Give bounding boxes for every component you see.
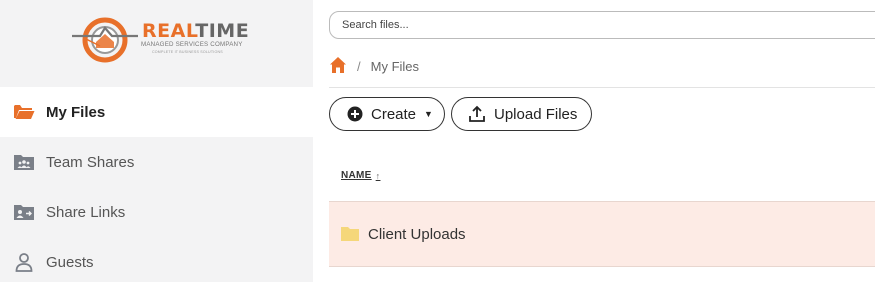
row-name: Client Uploads xyxy=(368,225,466,243)
sidebar-item-label: Guests xyxy=(46,253,94,271)
logo-tagline: COMPLETE IT BUSINESS SOLUTIONS xyxy=(152,50,223,54)
column-header-label: NAME xyxy=(341,170,372,181)
sidebar-nav: My Files Team Shares Share Links Guests xyxy=(0,87,313,282)
sidebar-item-guests[interactable]: Guests xyxy=(0,237,313,282)
user-icon xyxy=(12,252,36,272)
upload-files-button[interactable]: Upload Files xyxy=(451,97,592,131)
share-folder-icon xyxy=(12,202,36,222)
company-logo[interactable]: REALTIME MANAGED SERVICES COMPANY COMPLE… xyxy=(70,14,249,66)
create-button[interactable]: Create ▼ xyxy=(329,97,445,131)
upload-files-button-label: Upload Files xyxy=(494,105,578,123)
logo-title: REALTIME xyxy=(142,20,250,42)
sidebar-item-label: Share Links xyxy=(46,203,126,221)
main-content: / My Files Create ▼ Upload Files NAME ↑ xyxy=(313,0,875,282)
table-row[interactable]: Client Uploads xyxy=(329,201,875,267)
team-folder-icon xyxy=(12,152,36,172)
home-icon[interactable] xyxy=(329,56,347,77)
search-input[interactable] xyxy=(329,11,875,39)
plus-circle-icon xyxy=(347,106,363,122)
logo-emblem-icon xyxy=(72,17,138,63)
upload-icon xyxy=(468,105,486,123)
caret-down-icon: ▼ xyxy=(424,109,433,119)
column-header-name[interactable]: NAME ↑ xyxy=(341,170,380,181)
sidebar-item-share-links[interactable]: Share Links xyxy=(0,187,313,237)
breadcrumb: / My Files xyxy=(329,56,419,76)
sidebar-item-my-files[interactable]: My Files xyxy=(0,87,313,137)
divider xyxy=(329,87,875,88)
create-button-label: Create xyxy=(371,105,417,123)
sidebar-item-team-shares[interactable]: Team Shares xyxy=(0,137,313,187)
folder-icon xyxy=(340,226,360,242)
logo-subtitle: MANAGED SERVICES COMPANY xyxy=(141,41,243,48)
breadcrumb-current[interactable]: My Files xyxy=(371,59,419,74)
sidebar: REALTIME MANAGED SERVICES COMPANY COMPLE… xyxy=(0,0,313,282)
sidebar-item-label: Team Shares xyxy=(46,153,135,171)
sort-ascending-icon: ↑ xyxy=(375,170,381,181)
sidebar-item-label: My Files xyxy=(46,103,106,121)
folder-open-icon xyxy=(12,102,36,122)
breadcrumb-separator: / xyxy=(357,58,361,74)
